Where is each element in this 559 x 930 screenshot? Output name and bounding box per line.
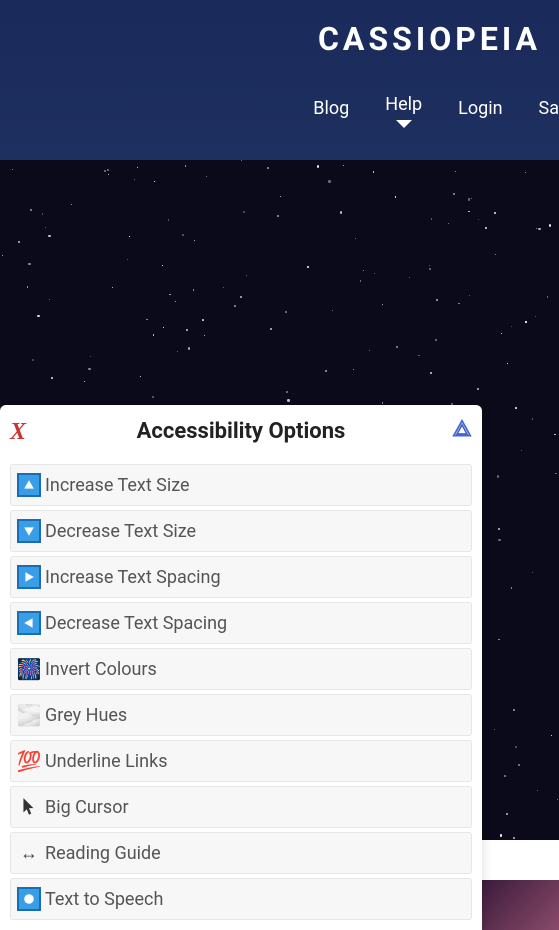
brand-icon[interactable]	[452, 419, 472, 443]
option-list: Increase Text Size Decrease Text Size In…	[10, 464, 472, 920]
site-logo: CASSIOPEIA	[0, 0, 559, 58]
option-label: Underline Links	[45, 751, 168, 772]
reading-guide-icon: ↔	[17, 841, 41, 865]
option-label: Invert Colours	[45, 659, 157, 680]
option-big-cursor[interactable]: Big Cursor	[10, 786, 472, 828]
option-reading-guide[interactable]: ↔ Reading Guide	[10, 832, 472, 874]
option-increase-text-spacing[interactable]: Increase Text Spacing	[10, 556, 472, 598]
nav-sample[interactable]: Sa	[539, 98, 559, 119]
nav-login[interactable]: Login	[458, 98, 502, 119]
option-label: Text to Speech	[45, 889, 163, 910]
option-text-to-speech[interactable]: Text to Speech	[10, 878, 472, 920]
underline-icon: 💯	[17, 749, 41, 773]
option-increase-text-size[interactable]: Increase Text Size	[10, 464, 472, 506]
option-underline-links[interactable]: 💯 Underline Links	[10, 740, 472, 782]
option-label: Decrease Text Size	[45, 521, 196, 542]
arrow-right-icon	[17, 565, 41, 589]
accessibility-panel: X Accessibility Options Increase Text Si…	[0, 405, 482, 930]
cursor-icon	[17, 795, 41, 819]
arrow-up-icon	[17, 473, 41, 497]
grey-icon: 🌫️	[17, 703, 41, 727]
option-label: Reading Guide	[45, 843, 161, 864]
nav-blog[interactable]: Blog	[313, 98, 349, 119]
option-decrease-text-spacing[interactable]: Decrease Text Spacing	[10, 602, 472, 644]
invert-icon: 🎆	[17, 657, 41, 681]
main-nav: Blog Help Login Sa	[0, 58, 559, 119]
panel-header: X Accessibility Options	[10, 419, 472, 444]
panel-title: Accessibility Options	[137, 419, 346, 444]
option-label: Big Cursor	[45, 797, 129, 818]
option-label: Grey Hues	[45, 705, 127, 726]
option-invert-colours[interactable]: 🎆 Invert Colours	[10, 648, 472, 690]
arrow-left-icon	[17, 611, 41, 635]
option-label: Increase Text Size	[45, 475, 190, 496]
site-header: CASSIOPEIA Blog Help Login Sa	[0, 0, 559, 160]
nav-help[interactable]: Help	[385, 94, 422, 119]
option-label: Increase Text Spacing	[45, 567, 221, 588]
option-grey-hues[interactable]: 🌫️ Grey Hues	[10, 694, 472, 736]
close-button[interactable]: X	[10, 419, 26, 446]
record-icon	[17, 887, 41, 911]
option-label: Decrease Text Spacing	[45, 613, 227, 634]
sub-hero-right	[480, 880, 559, 930]
option-decrease-text-size[interactable]: Decrease Text Size	[10, 510, 472, 552]
arrow-down-icon	[17, 519, 41, 543]
